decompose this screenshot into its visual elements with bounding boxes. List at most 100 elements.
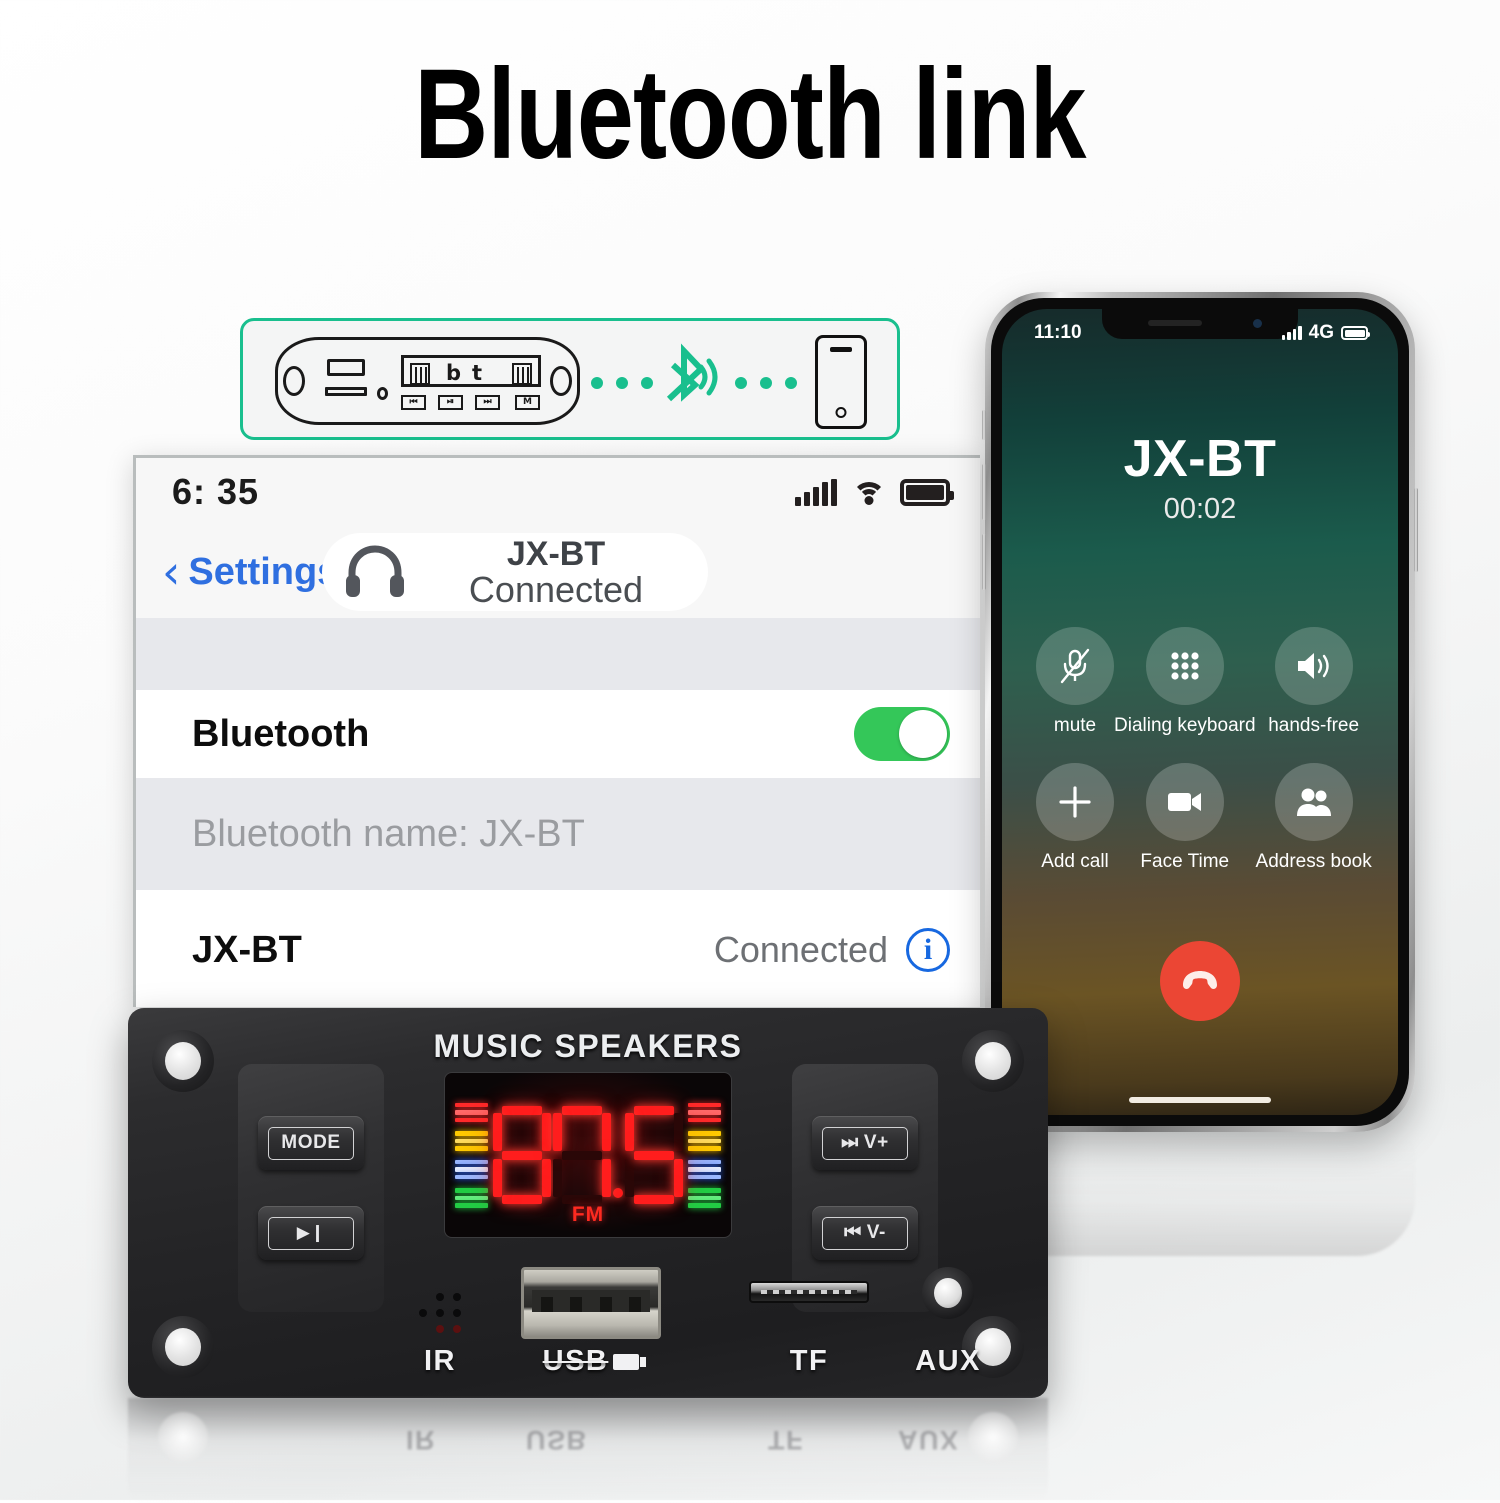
board-key-play: ⏯	[438, 395, 463, 410]
add-call-label: Add call	[1041, 851, 1109, 872]
decimal-point	[613, 1188, 623, 1198]
phone-speaker-icon	[830, 347, 852, 352]
phone-reflection	[985, 1136, 1415, 1256]
paired-device-status: Connected	[713, 929, 888, 970]
play-pause-icon: ▶❙	[268, 1216, 354, 1250]
mount-hole-left-icon	[283, 366, 305, 396]
board-ports-row: IR USB TF AUX	[128, 1246, 1048, 1378]
face-time-label: Face Time	[1140, 851, 1230, 872]
mode-button[interactable]: MODE	[258, 1116, 364, 1170]
call-contact-name: JX-BT	[1123, 430, 1277, 488]
address-book-label: Address book	[1255, 851, 1372, 872]
call-action-keypad[interactable]: Dialing keyboard	[1114, 627, 1256, 737]
aux-jack-icon[interactable]	[922, 1267, 974, 1319]
usb-label: USB	[542, 1345, 609, 1377]
aux-port-group[interactable]: AUX	[858, 1267, 1038, 1378]
cellular-signal-icon	[795, 478, 837, 506]
info-circle-icon[interactable]: i	[906, 928, 950, 972]
smartphone-mockup: 11:10 4G JX-BT 00:02 mute Dialing keyboa…	[982, 292, 1418, 1132]
chevron-left-icon: ‹	[162, 544, 181, 599]
call-action-facetime[interactable]: Face Time	[1114, 763, 1256, 873]
prev-track-icon: ⏮	[844, 1222, 862, 1243]
hands-free-button[interactable]	[1274, 627, 1353, 705]
led-display: FM	[444, 1072, 732, 1238]
volume-up-label: V+	[863, 1132, 889, 1153]
mute-label: mute	[1053, 715, 1097, 736]
signal-dots-right	[735, 377, 797, 389]
frequency-digits	[493, 1106, 683, 1204]
device-status: Connected	[468, 568, 644, 610]
phone-volume-down-button[interactable]	[982, 534, 986, 590]
next-volume-up-button[interactable]: ⏭ V+	[812, 1116, 918, 1170]
bluetooth-settings-panel: 6: 35 ‹ Settings JX-BT Connected Bluetoo…	[133, 455, 980, 1007]
vu-left-icon	[410, 363, 430, 385]
board-reflection: IR USB TF AUX	[128, 1398, 1048, 1503]
bluetooth-name-note: Bluetooth name: JX-BT	[136, 778, 980, 890]
smartphone-outline-icon	[815, 335, 867, 429]
phone-screen: 11:10 4G JX-BT 00:02 mute Dialing keyboa…	[1002, 309, 1398, 1115]
battery-icon	[900, 478, 954, 506]
wifi-icon	[851, 479, 886, 506]
board-key-mode: M	[515, 395, 540, 410]
aux-outline-icon	[377, 387, 388, 400]
mode-button-label: MODE	[268, 1126, 354, 1160]
vu-right-icon	[512, 363, 532, 385]
contacts-icon	[1296, 788, 1331, 816]
board-key-prev: ⏮	[401, 395, 426, 410]
hands-free-label: hands-free	[1268, 715, 1360, 736]
paired-device-name: JX-BT	[192, 928, 302, 971]
settings-section-gap-1	[136, 618, 980, 690]
mute-button[interactable]	[1036, 627, 1114, 705]
usb-port-group[interactable]: USB	[476, 1267, 706, 1378]
paired-device-row[interactable]: JX-BT Connected i	[136, 890, 980, 1007]
vu-meter-left	[455, 1102, 488, 1208]
mount-hole-right-icon	[550, 366, 572, 396]
phone-down-icon	[1183, 971, 1217, 989]
plus-icon	[1059, 786, 1091, 818]
display-outline: b t	[401, 355, 541, 387]
address-book-button[interactable]	[1274, 763, 1353, 841]
digit-1	[493, 1106, 551, 1204]
phone-silent-switch[interactable]	[982, 410, 986, 440]
microphone-muted-icon	[1060, 648, 1090, 684]
bluetooth-toggle[interactable]	[854, 707, 950, 761]
vu-meter-right	[688, 1102, 721, 1208]
device-name: JX-BT	[506, 534, 606, 573]
phone-bezel: 11:10 4G JX-BT 00:02 mute Dialing keyboa…	[991, 298, 1409, 1126]
usb-port-icon[interactable]	[521, 1267, 661, 1339]
cellular-signal-icon	[1281, 326, 1302, 340]
add-call-button[interactable]	[1036, 763, 1114, 841]
call-action-speaker[interactable]: hands-free	[1256, 627, 1372, 737]
phone-volume-up-button[interactable]	[982, 464, 986, 520]
back-label: Settings	[188, 550, 339, 593]
aux-label: AUX	[915, 1345, 981, 1377]
digit-2	[553, 1106, 611, 1204]
signal-dots-left	[591, 377, 653, 389]
page-title: Bluetooth link	[414, 43, 1086, 186]
end-call-button[interactable]	[1160, 941, 1240, 1021]
face-time-button[interactable]	[1145, 763, 1224, 841]
status-time: 6: 35	[172, 471, 260, 512]
usb-plug-icon	[613, 1353, 647, 1370]
usb-outline-icon	[327, 359, 365, 376]
back-to-settings-button[interactable]: ‹ Settings	[162, 544, 339, 599]
connected-device-pill: JX-BT Connected	[322, 533, 708, 611]
speaker-icon	[1297, 653, 1329, 679]
call-action-add-call[interactable]: Add call	[1036, 763, 1114, 873]
headphones-icon	[346, 545, 404, 597]
home-indicator[interactable]	[1129, 1097, 1271, 1103]
bluetooth-toggle-row[interactable]: Bluetooth	[136, 690, 980, 778]
phone-home-button-icon	[835, 407, 847, 418]
call-duration: 00:02	[1163, 493, 1237, 525]
board-line-art: b t ⏮ ⏯ ⏭ M	[275, 337, 580, 425]
call-action-contacts[interactable]: Address book	[1256, 763, 1372, 873]
bluetooth-pairing-diagram: b t ⏮ ⏯ ⏭ M	[240, 318, 900, 440]
battery-icon	[1341, 326, 1370, 340]
video-camera-icon	[1167, 793, 1201, 811]
keypad-icon	[1171, 652, 1199, 680]
dialing-keyboard-button[interactable]	[1145, 627, 1224, 705]
call-action-mute[interactable]: mute	[1036, 627, 1114, 737]
phone-power-button[interactable]	[1414, 488, 1418, 572]
ir-receiver-icon	[417, 1291, 463, 1335]
microsd-slot-icon[interactable]	[749, 1281, 869, 1303]
